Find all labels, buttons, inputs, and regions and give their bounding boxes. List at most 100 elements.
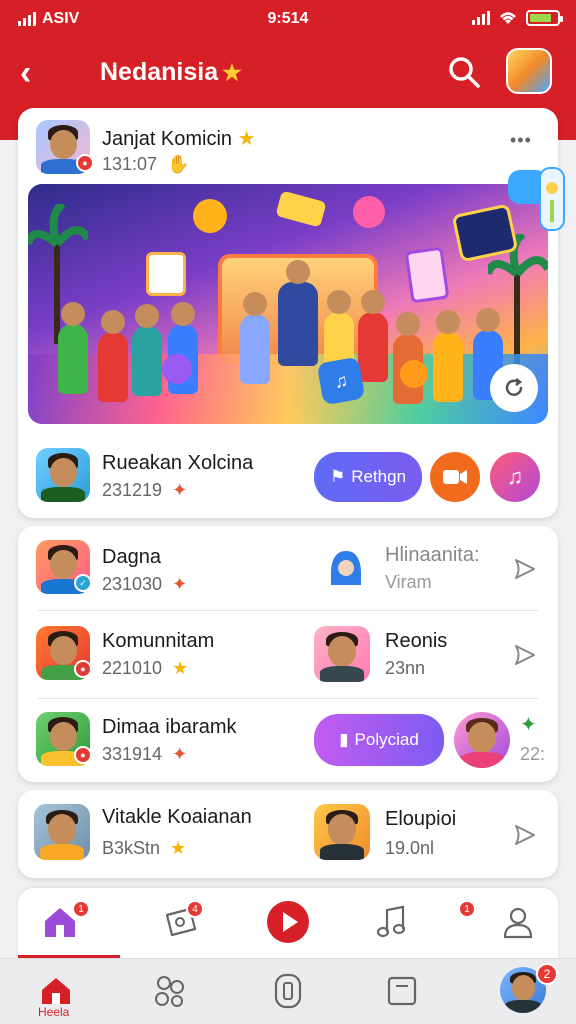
peer-name: Eloupioi: [385, 808, 457, 830]
featured-hero-image[interactable]: ♫: [28, 184, 548, 424]
photo-frame-icon: [146, 252, 186, 296]
star-icon: ★: [237, 128, 256, 150]
chevron-right-icon[interactable]: [512, 822, 538, 848]
featured-card: ● Janjat Komicin ★ 131:07 ✋ ••• ♫ Rueaka…: [18, 108, 558, 518]
star-icon: ★: [170, 838, 187, 858]
nav-community[interactable]: [148, 969, 192, 1013]
creator-name: Rueakan Xolcina: [102, 452, 254, 474]
app-title: Nedanisia: [100, 58, 219, 86]
nav-profile-badge: 2: [536, 963, 558, 985]
music-note-outline-icon: [376, 905, 406, 938]
creator-meta-text: 231219: [102, 480, 163, 500]
playlist-button[interactable]: ▮ Polyciad: [314, 714, 444, 766]
flame-icon: ✦: [172, 480, 188, 500]
device-icon: [274, 973, 302, 1009]
tab-play[interactable]: [266, 900, 310, 944]
contact-meta: B3kStn ★: [102, 838, 186, 859]
refresh-icon: [505, 378, 523, 396]
status-bar: ASIV 9:514: [0, 0, 576, 40]
flame-icon: ✦: [172, 574, 188, 594]
flag-icon: ⚑: [329, 467, 346, 486]
peer-meta: 19.0nl: [385, 838, 435, 858]
kid-figure: [58, 302, 88, 394]
creator-avatar[interactable]: [36, 448, 90, 502]
wifi-icon: [500, 12, 516, 24]
refresh-button[interactable]: [490, 364, 538, 412]
kid-figure: [433, 310, 463, 402]
contact-name: Dimaa ibaramk: [102, 716, 237, 738]
kid-figure: [358, 290, 388, 382]
home-icon: [42, 978, 70, 1004]
runner-icon: ✦: [520, 714, 537, 736]
app-title-group: Nedanisia ★: [100, 58, 242, 87]
search-icon[interactable]: [446, 54, 482, 90]
content-tab-bar: 1 4 1: [18, 888, 558, 958]
extra-meta: 22:: [520, 744, 546, 764]
star-icon: ★: [222, 60, 242, 85]
action-button[interactable]: ⚑ Rethgn: [314, 452, 422, 502]
status-icons: [472, 10, 563, 26]
peer-avatar[interactable]: [314, 804, 370, 860]
author-name: Janjat Komicin ★: [102, 126, 256, 151]
hand-icon: ✋: [167, 154, 190, 174]
photo-frame-icon: [404, 246, 450, 304]
kid-figure: [240, 292, 270, 384]
peer-name: Reonis: [385, 630, 448, 652]
author-meta: 131:07 ✋: [102, 154, 189, 175]
gift-icon: [353, 196, 385, 228]
nav-device[interactable]: [266, 969, 310, 1013]
back-arrow-icon[interactable]: ‹: [20, 54, 31, 93]
inbox-icon: [387, 976, 417, 1006]
music-button[interactable]: ♫: [490, 452, 540, 502]
host-figure: [278, 260, 318, 366]
tab-home-badge: 1: [72, 900, 90, 918]
author-name-text: Janjat Komicin: [102, 128, 233, 150]
contact-meta: 231030 ✦: [102, 574, 187, 595]
bookmark-icon: ▮: [339, 730, 349, 749]
contact-name: Dagna: [102, 546, 161, 568]
contacts-card-2: Vitakle Koaianan B3kStn ★ Eloupioi 19.0nl: [18, 790, 558, 878]
more-options-icon[interactable]: •••: [510, 130, 532, 151]
contacts-card: ✓ Dagna 231030 ✦ Hlinaanita: Viram ● Komu…: [18, 526, 558, 782]
contact-meta-text: 331914: [102, 744, 163, 764]
chevron-right-icon[interactable]: [512, 556, 538, 582]
contact-name: Vitakle Koaianan: [102, 806, 252, 828]
contact-name: Komunnitam: [102, 630, 215, 652]
author-meta-text: 131:07: [102, 154, 158, 174]
peer-meta: 23nn: [385, 658, 426, 678]
peer-avatar[interactable]: [314, 626, 370, 682]
contact-meta-text: B3kStn: [102, 838, 161, 858]
coin-icon: [193, 199, 227, 233]
tab-profile[interactable]: [496, 900, 540, 944]
live-badge-icon: ●: [76, 154, 94, 172]
kid-figure: [98, 310, 128, 402]
tab-music[interactable]: [370, 900, 414, 944]
contact-meta: 331914 ✦: [102, 744, 187, 765]
live-badge-icon: ●: [74, 746, 92, 764]
community-icon: [155, 976, 184, 1007]
star-icon: ★: [172, 658, 189, 678]
contact-meta-text: 231030: [102, 574, 163, 594]
ball-icon: [400, 360, 428, 388]
flame-icon: ✦: [172, 744, 188, 764]
contact-avatar[interactable]: [34, 804, 90, 860]
peer-meta: Viram: [385, 572, 432, 592]
tab-music-badge: 1: [458, 900, 476, 918]
ticket-icon: [275, 190, 327, 228]
verified-badge-icon: ✓: [74, 574, 92, 592]
kid-figure: [132, 304, 162, 396]
peer-avatar[interactable]: [454, 712, 510, 768]
video-button[interactable]: [430, 452, 480, 502]
creator-meta: 231219 ✦: [102, 480, 187, 501]
music-note-icon: ♫: [316, 356, 366, 406]
profile-avatar[interactable]: [506, 48, 552, 94]
chevron-right-icon[interactable]: [512, 642, 538, 668]
play-icon: [267, 901, 309, 943]
peer-name: Hlinaanita:: [385, 544, 480, 566]
nav-inbox[interactable]: [380, 969, 424, 1013]
playlist-button-label: Polyciad: [354, 730, 419, 749]
magnet-sticker-icon: [508, 167, 565, 231]
bottom-nav-bar: Heela 2: [0, 958, 576, 1024]
row-divider: [38, 698, 538, 699]
hijab-avatar-icon: [331, 551, 361, 585]
